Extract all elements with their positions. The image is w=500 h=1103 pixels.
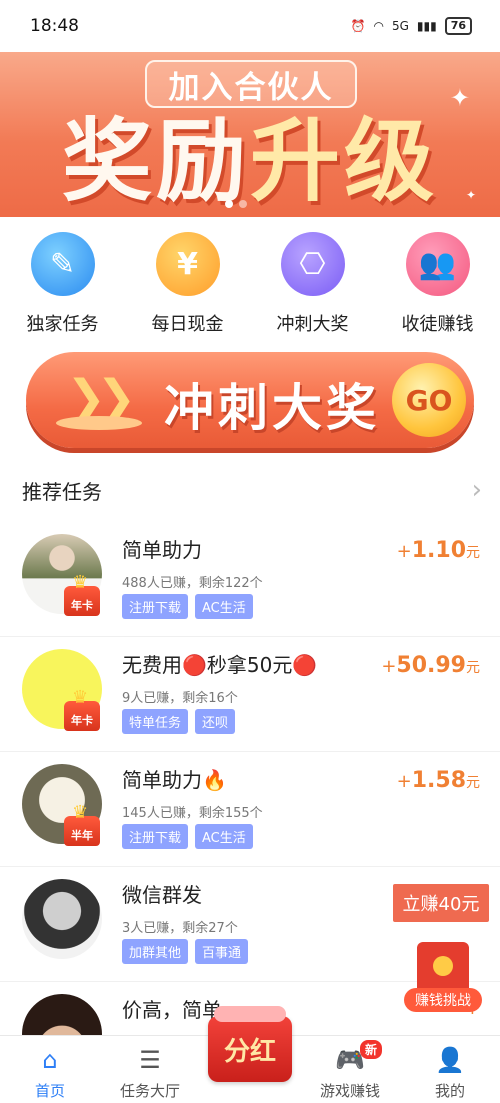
section-title: 推荐任务 xyxy=(22,479,102,504)
avatar xyxy=(22,879,102,959)
reward-amount: 50.99 xyxy=(396,653,466,678)
nav-games[interactable]: 🎮 新 游戏赚钱 xyxy=(300,1036,400,1103)
sparkle-icon: ✦ xyxy=(465,188,476,202)
task-stats: 488人已赚，剩余122个 xyxy=(122,576,263,591)
banner-headline-gold: 升级 xyxy=(250,109,438,214)
quick-entry-recruit-earn[interactable]: 👥 收徒赚钱 xyxy=(375,222,500,340)
task-row[interactable]: 年卡 简单助力 488人已赚，剩余122个 注册下载 AC生活 +1.10元 xyxy=(0,522,500,637)
task-tag: AC生活 xyxy=(195,824,253,849)
banner-pager xyxy=(225,200,247,208)
reward-unit: 元 xyxy=(466,660,480,676)
crown-badge: 年卡 xyxy=(64,687,100,731)
crown-badge: 年卡 xyxy=(64,572,100,616)
task-tag: 注册下载 xyxy=(122,824,189,849)
task-stats: 9人已赚，剩余16个 xyxy=(122,691,238,706)
task-row[interactable]: 半年 简单助力🔥 145人已赚，剩余155个 注册下载 AC生活 +1.58元 xyxy=(0,752,500,867)
task-tags: 注册下载 AC生活 xyxy=(122,594,253,619)
nav-home[interactable]: ⌂ 首页 xyxy=(0,1036,100,1103)
nav-label: 任务大厅 xyxy=(119,1082,180,1100)
reward-unit: 元 xyxy=(466,775,480,791)
quick-entry-label: 每日现金 xyxy=(151,314,224,335)
earn-challenge-label: 赚钱挑战 xyxy=(404,988,482,1012)
list-icon: ☰ xyxy=(139,1046,161,1074)
reward-prefix: + xyxy=(396,771,412,792)
status-time: 18:48 xyxy=(30,16,79,36)
task-tag: 百事通 xyxy=(195,939,249,964)
banner-pill: 加入合伙人 xyxy=(145,60,357,108)
quick-entry-exclusive-tasks[interactable]: ✎ 独家任务 xyxy=(0,222,125,340)
status-bar: 18:48 ⏰ ◠ 5G ▮▮▮ 76 xyxy=(0,0,500,52)
pager-dot-active xyxy=(225,200,233,208)
dividend-red-envelope[interactable]: 分红 xyxy=(208,1006,292,1082)
new-badge: 新 xyxy=(360,1040,383,1059)
signal-icon: ▮▮▮ xyxy=(416,19,437,33)
task-tags: 加群其他 百事通 xyxy=(122,939,249,964)
quick-entries: ✎ 独家任务 ¥ 每日现金 ⎔ 冲刺大奖 👥 收徒赚钱 xyxy=(0,222,500,340)
task-stats: 145人已赚，剩余155个 xyxy=(122,806,263,821)
reward-amount: 1.58 xyxy=(411,768,466,793)
go-button[interactable]: GO xyxy=(392,363,466,437)
task-tag: 加群其他 xyxy=(122,939,189,964)
task-tag: 特单任务 xyxy=(122,709,189,734)
reward-prefix: + xyxy=(396,541,412,562)
task-tags: 特单任务 还呗 xyxy=(122,709,236,734)
task-reward: +1.58元 xyxy=(397,768,480,793)
edit-note-icon: ✎ xyxy=(30,232,95,296)
nav-dividend[interactable]: 分红 xyxy=(200,1006,300,1103)
hierarchy-icon: ⎔ xyxy=(280,232,345,296)
task-name: 无费用🔴秒拿50元🔴 xyxy=(122,653,318,677)
reward-prefix: + xyxy=(381,656,397,677)
battery-icon: 76 xyxy=(444,17,472,35)
quick-entry-label: 独家任务 xyxy=(26,314,99,335)
task-name: 微信群发 xyxy=(122,883,202,907)
banner-headline: 奖励升级 xyxy=(0,112,500,212)
signal-label: 5G xyxy=(391,19,409,33)
nav-label: 游戏赚钱 xyxy=(319,1082,380,1100)
nav-tasks-hall[interactable]: ☰ 任务大厅 xyxy=(100,1036,200,1103)
yen-coin-icon: ¥ xyxy=(155,232,220,296)
promo-banner[interactable]: 加入合伙人 奖励升级 ✦ ✦ xyxy=(0,52,500,217)
task-reward: +50.99元 xyxy=(381,653,480,678)
task-name: 简单助力🔥 xyxy=(122,768,227,792)
status-icons: ⏰ ◠ 5G ▮▮▮ 76 xyxy=(350,17,472,35)
sprint-prize-text: 冲刺大奖 xyxy=(164,379,380,437)
wifi-icon: ◠ xyxy=(373,19,384,33)
task-name: 价高，简单 xyxy=(122,998,222,1022)
banner-headline-white: 奖励 xyxy=(62,109,250,214)
task-reward: +1.10元 xyxy=(397,538,480,563)
nav-label: 首页 xyxy=(34,1082,65,1100)
sparkle-icon: ✦ xyxy=(449,84,470,112)
earn-now-button[interactable]: 立赚40元 xyxy=(393,884,489,922)
chevron-right-icon[interactable]: › xyxy=(472,475,482,505)
task-tag: AC生活 xyxy=(195,594,253,619)
task-row[interactable]: 年卡 无费用🔴秒拿50元🔴 9人已赚，剩余16个 特单任务 还呗 +50.99元 xyxy=(0,637,500,752)
nav-label: 我的 xyxy=(434,1082,465,1100)
bottom-nav: ⌂ 首页 ☰ 任务大厅 分红 🎮 新 游戏赚钱 👤 我的 xyxy=(0,1006,500,1103)
task-tag: 注册下载 xyxy=(122,594,189,619)
home-icon: ⌂ xyxy=(42,1046,58,1074)
recommended-tasks-header[interactable]: 推荐任务 › xyxy=(0,470,500,510)
quick-entry-sprint-prize[interactable]: ⎔ 冲刺大奖 xyxy=(250,222,375,340)
nav-mine[interactable]: 👤 我的 xyxy=(400,1036,500,1103)
alarm-icon: ⏰ xyxy=(350,19,366,33)
reward-amount: 1.10 xyxy=(411,538,466,563)
user-icon: 👤 xyxy=(435,1046,465,1074)
sprint-prize-button[interactable]: ❯❯ 冲刺大奖 GO xyxy=(26,352,474,448)
task-stats: 3人已赚，剩余27个 xyxy=(122,921,238,936)
people-icon: 👥 xyxy=(405,232,470,296)
reward-unit: 元 xyxy=(466,545,480,561)
quick-entry-daily-cash[interactable]: ¥ 每日现金 xyxy=(125,222,250,340)
task-name: 简单助力 xyxy=(122,538,202,562)
crown-badge: 半年 xyxy=(64,802,100,846)
earn-challenge-button[interactable]: 赚钱挑战 xyxy=(404,942,482,1020)
pedestal-decoration xyxy=(56,416,142,430)
task-tags: 注册下载 AC生活 xyxy=(122,824,253,849)
quick-entry-label: 冲刺大奖 xyxy=(276,314,349,335)
task-tag: 还呗 xyxy=(195,709,236,734)
quick-entry-label: 收徒赚钱 xyxy=(401,314,474,335)
pager-dot xyxy=(239,200,247,208)
